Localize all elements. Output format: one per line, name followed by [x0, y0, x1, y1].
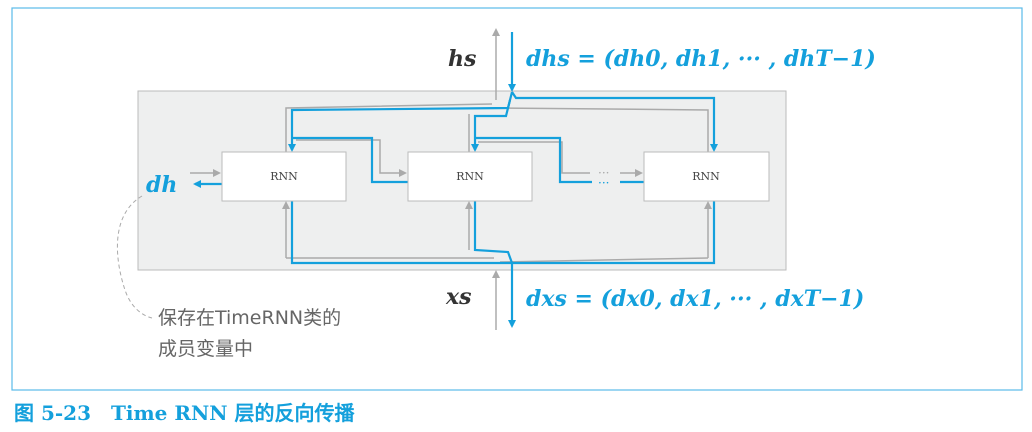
svg-text:RNN: RNN [456, 170, 484, 183]
dhs-label: dhs = (dh0, dh1, ··· , dhT−1) [526, 46, 876, 72]
svg-text:RNN: RNN [692, 170, 720, 183]
rnn-block-2: RNN [643, 151, 770, 202]
note-line-1: 保存在TimeRNN类的 [158, 307, 341, 329]
ellipsis-blue: ··· [598, 176, 609, 190]
rnn-block-0: RNN [221, 151, 347, 202]
dxs-label: dxs = (dx0, dx1, ··· , dxT−1) [526, 286, 864, 312]
xs-label: xs [445, 284, 472, 310]
svg-text:RNN: RNN [270, 170, 298, 183]
figure-caption: 图 5-23 Time RNN 层的反向传播 [14, 401, 355, 425]
rnn-block-1: RNN [407, 151, 533, 202]
hs-label: hs [448, 46, 476, 72]
note-line-2: 成员变量中 [158, 338, 253, 360]
dh-label: dh [146, 172, 177, 198]
time-rnn-backward-diagram: ··· ··· RNN RNN RNN hs dhs = (dh0, dh1, … [11, 7, 1023, 425]
